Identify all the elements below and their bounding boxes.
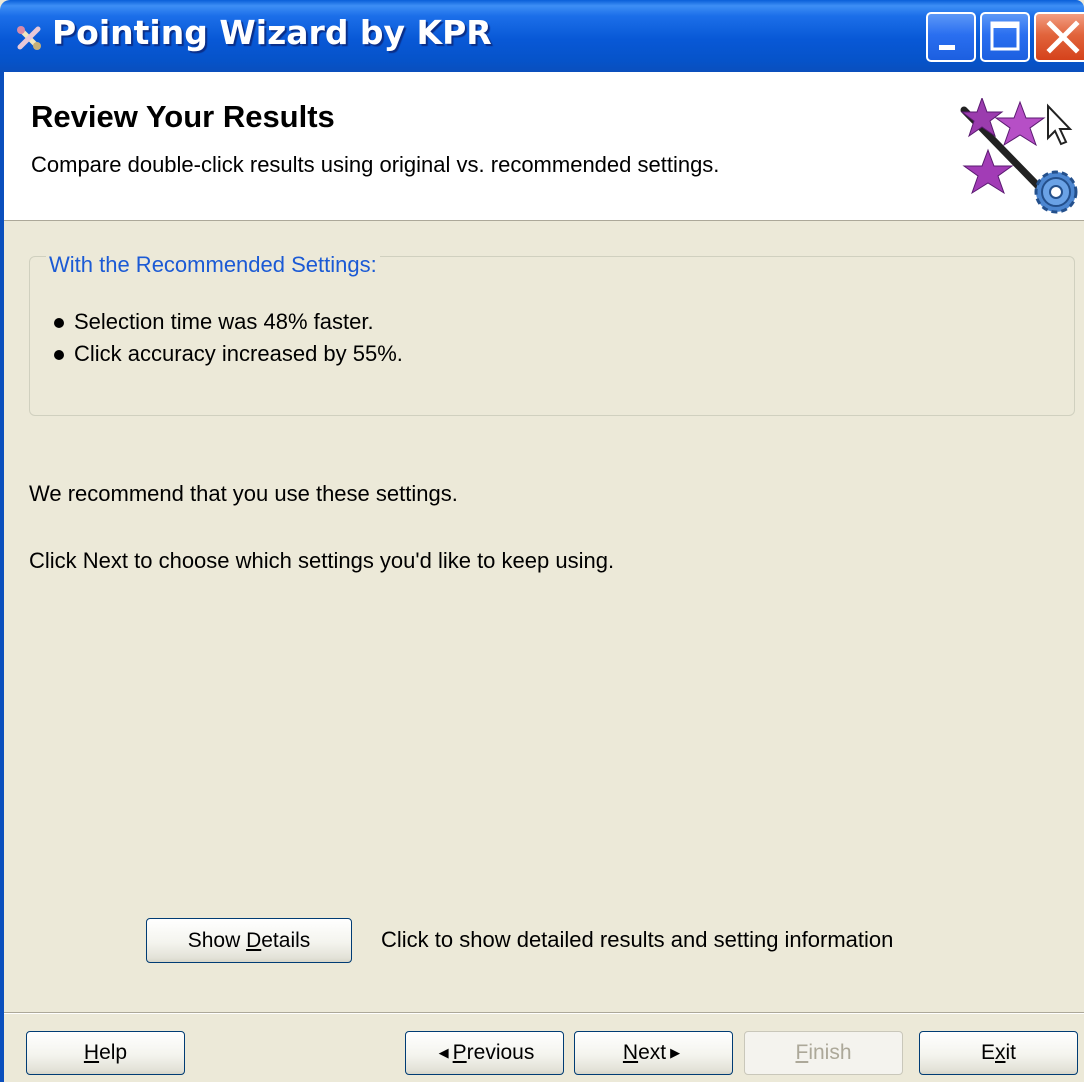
exit-label-suffix: it xyxy=(1005,1041,1017,1064)
list-item: Selection time was 48% faster. xyxy=(52,306,403,338)
window-border xyxy=(0,72,4,1082)
close-icon xyxy=(1046,20,1080,54)
show-details-hint: Click to show detailed results and setti… xyxy=(381,927,894,952)
footer-separator xyxy=(4,1012,1084,1014)
instruction-text: Click Next to choose which settings you'… xyxy=(29,548,615,573)
finish-label: inish xyxy=(808,1041,852,1064)
exit-label-prefix: E xyxy=(980,1041,995,1064)
exit-mnemonic: x xyxy=(995,1041,1006,1064)
help-label: elp xyxy=(99,1041,128,1064)
show-details-button[interactable]: Show Details xyxy=(146,918,352,963)
next-mnemonic: N xyxy=(622,1041,639,1064)
exit-button[interactable]: Ex it xyxy=(919,1031,1078,1075)
previous-button[interactable]: ◀ Previous xyxy=(405,1031,564,1075)
close-button[interactable] xyxy=(1034,12,1084,62)
recommendation-text: We recommend that you use these settings… xyxy=(29,481,458,506)
previous-label: revious xyxy=(466,1041,535,1064)
maximize-icon xyxy=(990,21,1020,51)
list-item: Click accuracy increased by 55%. xyxy=(52,338,403,370)
title-bar[interactable]: Pointing Wizard by KPR xyxy=(0,0,1084,72)
magic-wand-stars-gear-icon xyxy=(960,98,1078,214)
minimize-button[interactable] xyxy=(926,12,976,62)
finish-mnemonic: F xyxy=(795,1041,809,1064)
help-button[interactable]: Help xyxy=(26,1031,185,1075)
show-details-mnemonic: D xyxy=(246,928,262,952)
minimize-icon xyxy=(939,45,955,50)
maximize-button[interactable] xyxy=(980,12,1030,62)
kpr-app-icon xyxy=(17,26,41,50)
results-list: Selection time was 48% faster. Click acc… xyxy=(52,306,403,370)
page-title: Review Your Results xyxy=(31,99,335,134)
wizard-header: Review Your Results Compare double-click… xyxy=(4,72,1084,221)
finish-button[interactable]: Finish xyxy=(744,1031,903,1075)
chevron-left-icon: ◀ xyxy=(438,1045,449,1060)
show-details-label-suffix: etails xyxy=(261,928,311,952)
help-mnemonic: H xyxy=(83,1041,100,1064)
chevron-right-icon: ▶ xyxy=(670,1045,681,1060)
show-details-label-prefix: Show xyxy=(187,928,247,952)
next-label: ext xyxy=(638,1041,667,1064)
next-button[interactable]: Next ▶ xyxy=(574,1031,733,1075)
results-group-label: With the Recommended Settings: xyxy=(46,252,380,278)
page-subtitle: Compare double-click results using origi… xyxy=(31,152,720,177)
previous-mnemonic: P xyxy=(452,1041,467,1064)
window-title: Pointing Wizard by KPR xyxy=(52,13,492,52)
